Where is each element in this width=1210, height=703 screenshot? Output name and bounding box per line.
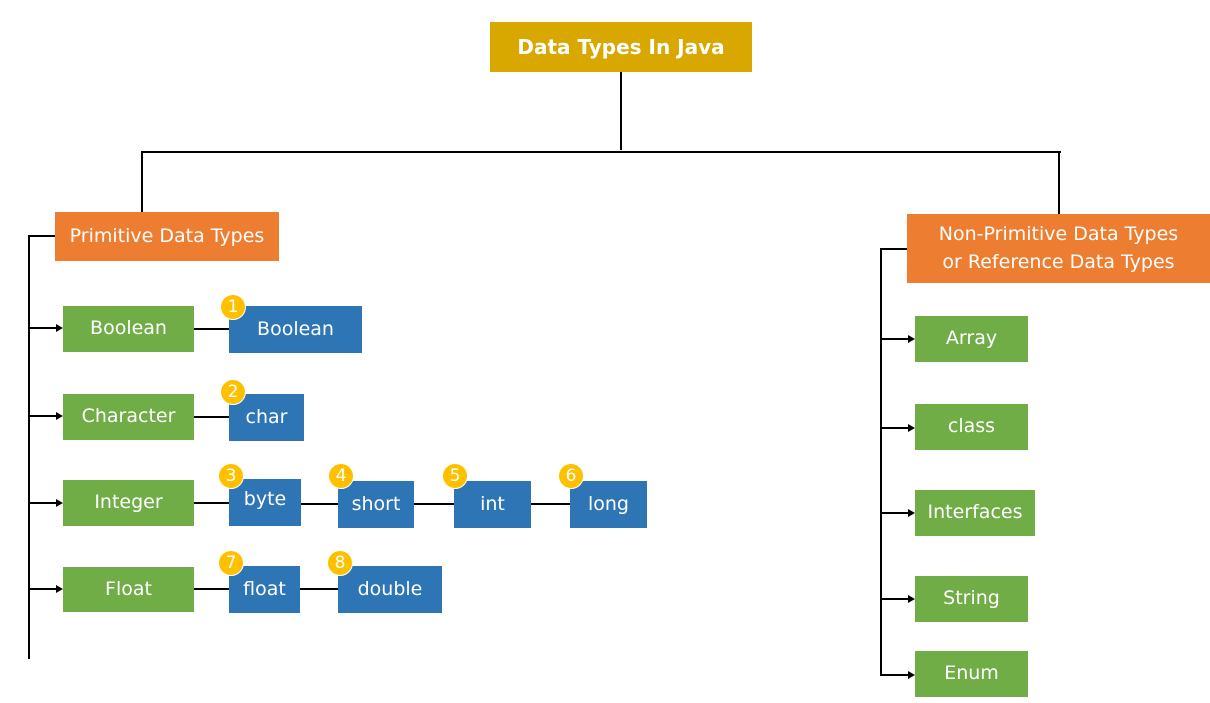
arrow-head-icon bbox=[908, 509, 915, 517]
connector bbox=[301, 503, 338, 505]
reference-node-enum: Enum bbox=[915, 651, 1028, 697]
type-node-long: long bbox=[570, 481, 647, 528]
primitive-trunk bbox=[28, 235, 30, 659]
number-badge: 6 bbox=[558, 463, 584, 489]
reference-node-string: String bbox=[915, 576, 1028, 622]
type-node-double: double bbox=[338, 566, 442, 613]
arrow-head-icon bbox=[908, 424, 915, 432]
non-primitive-label-line2: or Reference Data Types bbox=[942, 250, 1175, 273]
branch-arrow-line bbox=[882, 674, 908, 676]
arrow-head-icon bbox=[908, 335, 915, 343]
category-node-boolean: Boolean bbox=[63, 306, 194, 352]
primitive-trunk-stub bbox=[28, 235, 55, 237]
reference-node-interfaces: Interfaces bbox=[915, 490, 1035, 536]
branch-arrow-line bbox=[30, 327, 56, 329]
arrow-head-icon bbox=[56, 585, 63, 593]
arrow-head-icon bbox=[908, 595, 915, 603]
connector bbox=[300, 588, 338, 590]
arrow-head-icon bbox=[56, 324, 63, 332]
type-node-float: float bbox=[229, 566, 300, 613]
category-node-float: Float bbox=[63, 567, 194, 612]
arrow-head-icon bbox=[56, 412, 63, 420]
non-primitive-data-types-node: Non-Primitive Data Types or Reference Da… bbox=[907, 214, 1210, 283]
connector bbox=[531, 503, 570, 505]
branch-arrow-line bbox=[882, 512, 908, 514]
number-badge: 8 bbox=[327, 550, 353, 576]
type-node-short: short bbox=[338, 481, 414, 528]
connector bbox=[194, 502, 229, 504]
number-badge: 3 bbox=[218, 463, 244, 489]
arrow-head-icon bbox=[908, 671, 915, 679]
non-primitive-trunk bbox=[880, 248, 882, 676]
number-badge: 5 bbox=[442, 463, 468, 489]
connector-to-primitive bbox=[141, 151, 143, 212]
reference-node-class: class bbox=[915, 404, 1028, 450]
reference-node-array: Array bbox=[915, 316, 1028, 362]
primitive-data-types-node: Primitive Data Types bbox=[55, 212, 279, 261]
number-badge: 1 bbox=[220, 294, 246, 320]
connector bbox=[194, 416, 229, 418]
branch-arrow-line bbox=[882, 427, 908, 429]
type-node-boolean: Boolean bbox=[229, 306, 362, 353]
branch-arrow-line bbox=[882, 338, 908, 340]
category-node-integer: Integer bbox=[63, 480, 194, 526]
category-node-character: Character bbox=[63, 394, 194, 440]
branch-arrow-line bbox=[30, 415, 56, 417]
non-primitive-label-line1: Non-Primitive Data Types bbox=[938, 222, 1179, 245]
connector bbox=[194, 328, 229, 330]
branch-arrow-line bbox=[30, 502, 56, 504]
connector bbox=[414, 503, 454, 505]
connector bbox=[194, 588, 229, 590]
branch-arrow-line bbox=[30, 588, 56, 590]
number-badge: 7 bbox=[218, 550, 244, 576]
connector-title-down bbox=[620, 72, 622, 150]
non-primitive-trunk-stub bbox=[881, 248, 907, 250]
arrow-head-icon bbox=[56, 499, 63, 507]
number-badge: 2 bbox=[220, 379, 246, 405]
connector-to-non-primitive bbox=[1058, 151, 1060, 214]
type-node-byte: byte bbox=[229, 479, 301, 526]
branch-arrow-line bbox=[882, 598, 908, 600]
connector-branch-horizontal bbox=[141, 151, 1061, 153]
root-node-title: Data Types In Java bbox=[490, 22, 752, 72]
number-badge: 4 bbox=[328, 463, 354, 489]
type-node-int: int bbox=[454, 481, 531, 528]
